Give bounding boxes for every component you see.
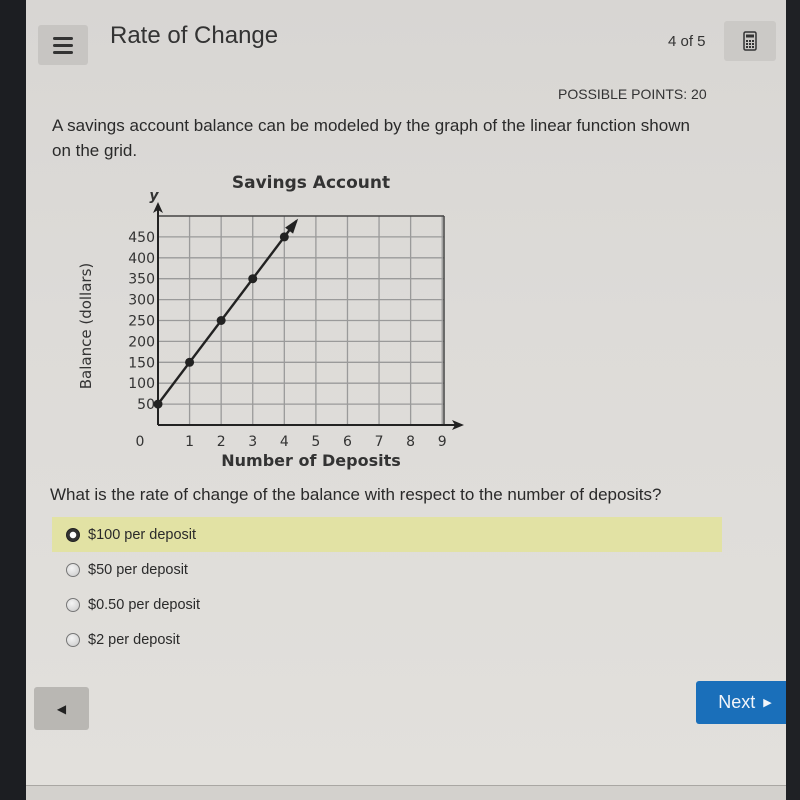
right-arrow-icon: ▶ [763, 697, 772, 709]
choice-0-50-per-deposit[interactable]: $0.50 per deposit [52, 587, 722, 622]
y-tick-label: 350 [128, 272, 155, 288]
savings-account-chart: Savings Account Balance (dollars) Number… [46, 168, 489, 473]
next-button[interactable]: Next ▶ [696, 681, 794, 724]
radio[interactable] [66, 632, 80, 647]
calculator-button[interactable] [724, 21, 776, 61]
x-tick-label: 9 [438, 434, 447, 450]
x-axis-title: Number of Deposits [221, 451, 401, 470]
y-tick-label: 300 [128, 293, 155, 309]
x-tick-label: 6 [343, 434, 352, 450]
data-point [216, 316, 226, 325]
y-tick-label: 150 [128, 355, 155, 371]
app-screen: Rate of Change 4 of 5 POSSIBLE POINTS: 2… [26, 0, 800, 800]
choice-2-per-deposit[interactable]: $2 per deposit [52, 622, 722, 657]
y-tick-label: 100 [128, 376, 155, 392]
data-point [153, 399, 163, 409]
device-bezel [786, 0, 800, 800]
answer-choices: $100 per deposit $50 per deposit $0.50 p… [52, 517, 722, 657]
data-point [248, 274, 258, 284]
calculator-icon [743, 31, 757, 51]
choice-label: $50 per deposit [88, 561, 188, 578]
hamburger-menu-icon [53, 36, 73, 40]
series-line [157, 220, 298, 405]
data-point [279, 232, 289, 242]
y-tick-label: 450 [128, 230, 155, 246]
data-point [185, 357, 195, 367]
x-tick-label: 5 [311, 434, 320, 450]
x-tick-label: 8 [406, 434, 415, 450]
footer [26, 786, 786, 800]
y-axis-letter: y [149, 188, 159, 204]
menu-button[interactable] [38, 25, 88, 65]
choice-label: $0.50 per deposit [88, 596, 201, 613]
chart-title: Savings Account [232, 173, 390, 193]
hamburger-line [53, 43, 73, 47]
page-title: Rate of Change [110, 22, 279, 49]
y-tick-label: 250 [128, 314, 155, 330]
radio[interactable] [66, 597, 80, 612]
x-tick-label: 4 [280, 434, 289, 450]
origin-label: 0 [136, 434, 145, 450]
radio[interactable] [66, 562, 80, 577]
hamburger-line [53, 50, 73, 54]
question-prompt: What is the rate of change of the balanc… [50, 485, 662, 504]
left-arrow-icon: ◀ [56, 701, 67, 716]
choice-50-per-deposit[interactable]: $50 per deposit [52, 552, 722, 587]
x-tick-label: 7 [375, 434, 384, 450]
choice-100-per-deposit[interactable]: $100 per deposit [52, 517, 722, 552]
radio-selected[interactable] [66, 527, 80, 542]
x-tick-label: 2 [217, 434, 226, 450]
previous-button[interactable]: ◀ [34, 687, 89, 730]
top-bar: Rate of Change 4 of 5 [26, 0, 786, 80]
series [153, 218, 299, 409]
next-label: Next [718, 692, 756, 712]
question-stem: A savings account balance can be modeled… [52, 116, 690, 160]
y-tick-label: 400 [128, 251, 155, 267]
y-axis-title: Balance (dollars) [77, 263, 95, 390]
grid [153, 202, 464, 430]
y-tick-label: 200 [128, 334, 155, 350]
tick-labels: xy012345678950100150200250300350400450 [128, 188, 489, 450]
chart-svg: Savings Account Balance (dollars) Number… [77, 173, 489, 470]
y-tick-label: 50 [137, 397, 155, 413]
x-tick-label: 3 [248, 434, 257, 450]
x-tick-label: 1 [185, 434, 194, 450]
question-counter: 4 of 5 [668, 33, 706, 50]
choice-label: $2 per deposit [88, 631, 180, 648]
choice-label: $100 per deposit [88, 526, 197, 543]
possible-points: POSSIBLE POINTS: 20 [558, 86, 707, 102]
